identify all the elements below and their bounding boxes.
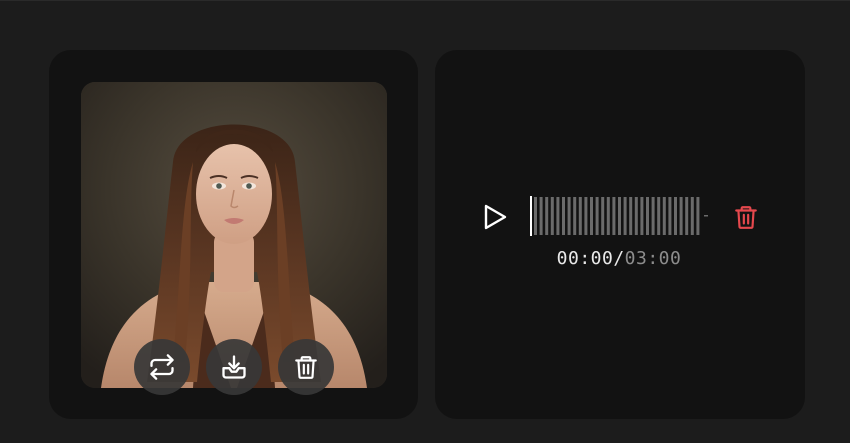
download-icon [222, 355, 246, 379]
waveform-tail [704, 215, 708, 217]
trash-icon [295, 356, 317, 379]
play-button[interactable] [478, 200, 512, 234]
waveform-bar [584, 197, 588, 235]
waveform-bar [539, 197, 543, 235]
delete-image-button[interactable] [278, 339, 334, 395]
waveform-bar [623, 197, 627, 235]
waveform-bar [646, 197, 649, 235]
playhead[interactable] [530, 196, 532, 236]
waveform-bar [674, 197, 677, 235]
current-time: 00:00 [556, 248, 614, 269]
waveform-bar [545, 197, 549, 235]
replace-button[interactable] [134, 339, 190, 395]
waveform-bar [612, 197, 616, 235]
waveform-bar [690, 197, 694, 235]
waveform-bar [696, 197, 700, 235]
waveform-bar [629, 197, 633, 235]
waveform-bar [640, 197, 644, 235]
waveform-bar [651, 197, 655, 235]
waveform-bar [601, 197, 605, 235]
waveform-scrubber[interactable] [530, 196, 710, 236]
audio-player: 00:00/03:00 [478, 194, 768, 274]
play-icon [484, 204, 507, 230]
waveform-bar [679, 197, 683, 235]
time-separator: / [613, 248, 625, 269]
image-actions [134, 339, 334, 395]
waveform-bar [556, 197, 560, 235]
waveform-bar [685, 197, 689, 235]
waveform-bar [550, 197, 554, 235]
waveform-bar [595, 197, 599, 235]
waveform-bar [662, 197, 666, 235]
page: 00:00/03:00 [0, 0, 850, 443]
download-button[interactable] [206, 339, 262, 395]
waveform-bar [668, 197, 672, 235]
waveform-bar [618, 197, 621, 235]
waveform-bar [606, 197, 610, 235]
waveform-bar [567, 197, 571, 235]
waveform-bar [657, 197, 661, 235]
waveform-bar [534, 197, 537, 235]
waveform-bar [578, 197, 582, 235]
delete-audio-button[interactable] [730, 200, 762, 234]
swap-icon [150, 354, 174, 380]
time-display: 00:00/03:00 [478, 248, 760, 269]
trash-icon [735, 206, 757, 229]
waveform-bar [562, 197, 565, 235]
waveform-bar [634, 197, 638, 235]
waveform-bar [573, 197, 577, 235]
total-time: 03:00 [624, 248, 682, 269]
waveform-bar [590, 197, 593, 235]
